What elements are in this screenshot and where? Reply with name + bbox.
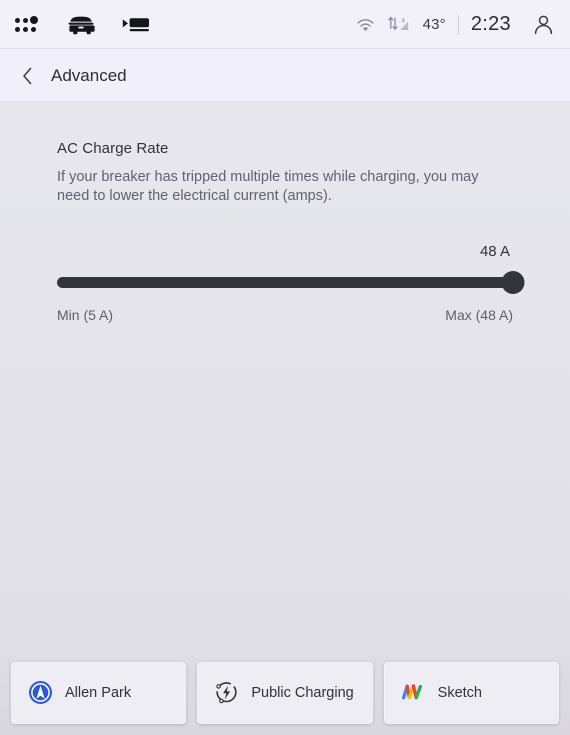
slider-min-label: Min (5 A) xyxy=(57,306,114,323)
dock-card-label: Public Charging xyxy=(251,684,354,701)
dock-card-label: Allen Park xyxy=(65,684,132,701)
apps-grid-icon[interactable] xyxy=(14,15,40,35)
ac-charge-rate-slider[interactable] xyxy=(57,269,525,295)
section-description: If your breaker has tripped multiple tim… xyxy=(57,169,479,205)
dock-card-label: Sketch xyxy=(437,684,482,701)
car-front-icon-glyph xyxy=(68,16,95,34)
status-bar-right-cluster: 4 43° 2:23 xyxy=(356,13,554,36)
car-front-icon[interactable] xyxy=(66,14,96,36)
media-screen-icon-glyph xyxy=(122,17,149,31)
dock-card-allen-park[interactable]: Allen Park xyxy=(11,661,187,724)
sketch-multicolor-icon xyxy=(400,680,426,706)
page-title: Advanced xyxy=(51,65,127,85)
slider-max-label: Max (48 A) xyxy=(445,306,513,323)
page-header: Advanced xyxy=(0,49,570,102)
cellular-generation-label: 4 xyxy=(401,17,405,24)
wifi-icon-glyph xyxy=(357,18,374,31)
status-divider xyxy=(457,14,459,35)
media-screen-icon[interactable] xyxy=(122,16,150,34)
cellular-4g-data-icon[interactable]: 4 xyxy=(387,16,409,33)
slider-value-row: 48 A xyxy=(57,243,513,263)
ev-charging-bolt-icon-glyph xyxy=(216,682,237,704)
profile-person-icon-glyph xyxy=(534,15,553,34)
bottom-dock: Allen Park Public Charging Sketch xyxy=(0,658,570,735)
status-bar: 4 43° 2:23 xyxy=(0,0,570,49)
clock-readout: 2:23 xyxy=(470,13,511,35)
chevron-left-icon xyxy=(22,67,31,84)
ev-charging-bolt-icon xyxy=(213,680,239,706)
navigation-arrow-icon xyxy=(27,680,53,706)
navigation-arrow-icon-glyph xyxy=(28,681,52,704)
dock-card-public-charging[interactable]: Public Charging xyxy=(197,661,373,724)
main-content: AC Charge Rate If your breaker has tripp… xyxy=(0,140,570,323)
sketch-multicolor-icon-glyph xyxy=(402,684,423,700)
apps-grid-icon-glyph xyxy=(14,15,40,35)
slider-range-labels: Min (5 A) Max (48 A) xyxy=(57,307,513,323)
dock-card-sketch[interactable]: Sketch xyxy=(383,661,559,724)
temperature-readout: 43° xyxy=(422,16,446,33)
cellular-4g-data-icon-glyph: 4 xyxy=(387,16,408,30)
slider-thumb[interactable] xyxy=(501,270,525,294)
ac-charge-rate-slider-block: 48 A Min (5 A) Max (48 A) xyxy=(57,243,525,323)
wifi-icon[interactable] xyxy=(356,17,375,33)
slider-fill xyxy=(57,276,513,288)
back-button[interactable] xyxy=(10,59,44,93)
status-bar-left-icons xyxy=(14,14,150,36)
profile-person-icon[interactable] xyxy=(533,14,554,36)
section-title: AC Charge Rate xyxy=(57,140,169,157)
slider-value-label: 48 A xyxy=(479,242,510,260)
